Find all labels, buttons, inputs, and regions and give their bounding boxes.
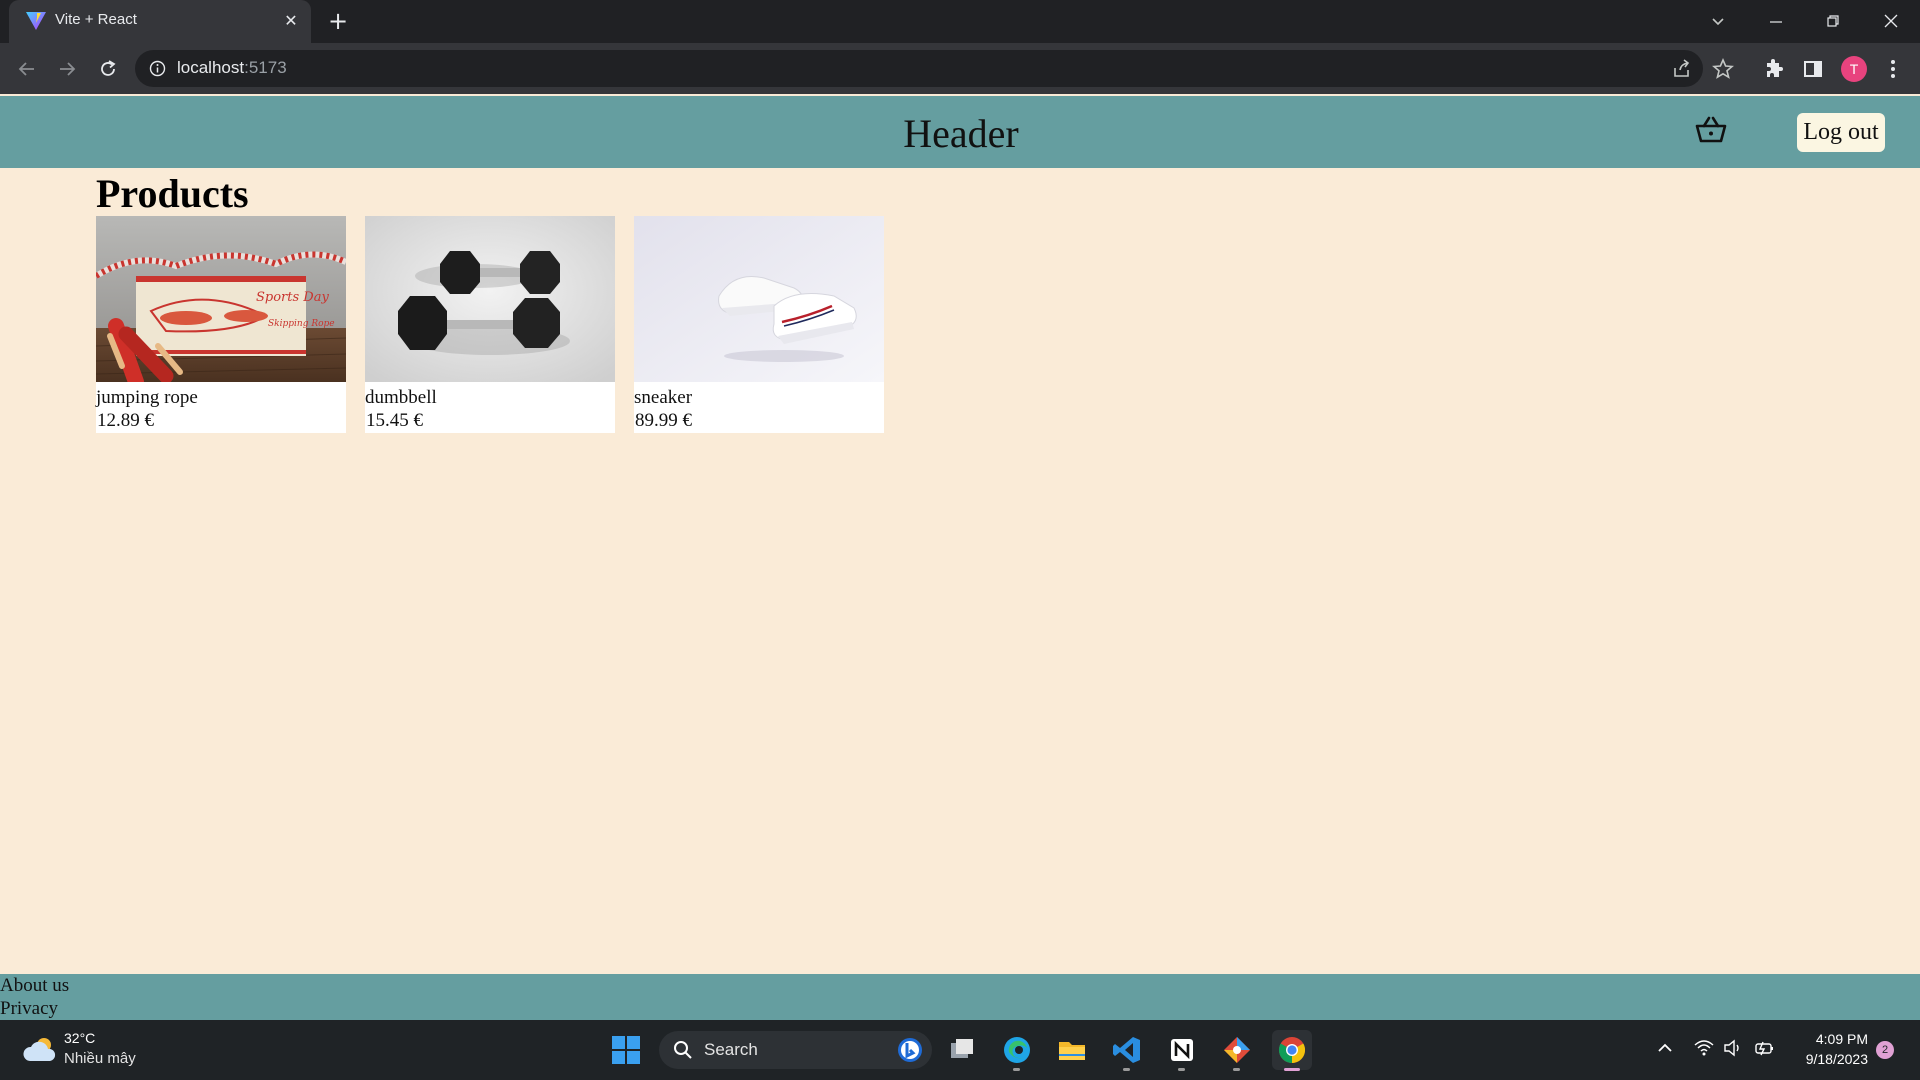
- product-card-jumping-rope[interactable]: Sports Day Skipping Rope jumping rope 12…: [96, 216, 346, 433]
- running-indicator: [1233, 1068, 1240, 1071]
- browser-toolbar: localhost:5173 T: [0, 43, 1920, 94]
- url-text: localhost:5173: [177, 58, 287, 78]
- app-header: Header Log out: [0, 96, 1920, 168]
- browser-titlebar: Vite + React ✕ +: [0, 0, 1920, 43]
- tab-title: Vite + React: [55, 11, 137, 28]
- svg-text:Sports Day: Sports Day: [256, 290, 329, 305]
- clock-date[interactable]: 9/18/2023: [1790, 1051, 1868, 1067]
- side-panel-icon[interactable]: [1801, 57, 1825, 81]
- tab-close-icon[interactable]: ✕: [279, 9, 303, 33]
- product-card-dumbbell[interactable]: dumbbell 15.45 €: [365, 216, 615, 433]
- site-info-icon[interactable]: [149, 60, 166, 77]
- reload-icon[interactable]: [93, 54, 123, 84]
- jumping-rope-image[interactable]: Sports Day Skipping Rope: [96, 216, 346, 382]
- vscode-icon: [1113, 1037, 1140, 1063]
- weather-description[interactable]: Nhiều mây: [64, 1050, 136, 1067]
- minimize-icon[interactable]: [1758, 5, 1794, 37]
- restore-icon[interactable]: [1815, 5, 1851, 37]
- chrome-icon: [1278, 1037, 1306, 1064]
- footer-link-privacy[interactable]: Privacy: [0, 998, 58, 1020]
- url-host: localhost: [177, 58, 245, 77]
- basket-icon[interactable]: [1694, 114, 1728, 146]
- product-name: dumbbell: [365, 387, 437, 408]
- running-indicator: [1013, 1068, 1020, 1071]
- edge-icon: [1004, 1037, 1030, 1063]
- taskbar-file-explorer[interactable]: [1052, 1030, 1092, 1070]
- taskbar-notion[interactable]: [1162, 1030, 1202, 1071]
- back-icon[interactable]: [12, 54, 42, 84]
- page-title: Products: [96, 171, 249, 216]
- clock-time[interactable]: 4:09 PM: [1796, 1031, 1868, 1047]
- bookmark-star-icon[interactable]: [1711, 57, 1735, 81]
- svg-text:Skipping Rope: Skipping Rope: [268, 319, 335, 329]
- taskbar-chrome[interactable]: [1272, 1030, 1312, 1071]
- header-title: Header: [903, 111, 1019, 156]
- running-indicator: [1123, 1068, 1130, 1071]
- browser-menu-icon[interactable]: [1881, 55, 1905, 83]
- search-icon: [674, 1041, 692, 1059]
- url-port: :5173: [244, 58, 287, 77]
- product-price: 15.45 €: [366, 410, 423, 431]
- taskbar-vscode[interactable]: [1107, 1030, 1147, 1071]
- tab-search-icon[interactable]: [1700, 5, 1736, 37]
- sneaker-image[interactable]: [634, 216, 884, 382]
- active-indicator: [1284, 1068, 1300, 1071]
- footer-link-about-us[interactable]: About us: [0, 975, 69, 997]
- notification-badge[interactable]: 2: [1876, 1041, 1894, 1059]
- address-bar[interactable]: localhost:5173: [135, 50, 1703, 87]
- start-button[interactable]: [606, 1030, 646, 1070]
- app-footer: About us Privacy: [0, 974, 1920, 1020]
- product-card-sneaker[interactable]: sneaker 89.99 €: [634, 216, 884, 433]
- weather-temperature[interactable]: 32°C: [64, 1030, 95, 1046]
- forward-icon[interactable]: [52, 54, 82, 84]
- new-tab-icon[interactable]: +: [324, 7, 352, 35]
- volume-icon[interactable]: [1723, 1039, 1743, 1057]
- chevron-up-icon[interactable]: [1656, 1039, 1674, 1057]
- notion-icon: [1171, 1039, 1193, 1061]
- close-window-icon[interactable]: [1873, 5, 1909, 37]
- product-price: 12.89 €: [97, 410, 154, 431]
- vite-logo-icon: [26, 12, 46, 30]
- taskbar-task-view[interactable]: [942, 1030, 982, 1070]
- dumbbell-image[interactable]: [365, 216, 615, 382]
- folder-icon: [1059, 1042, 1085, 1060]
- extensions-icon[interactable]: [1761, 57, 1785, 81]
- taskbar-search[interactable]: Search: [659, 1031, 932, 1069]
- git-client-icon: [1224, 1037, 1250, 1063]
- product-price: 89.99 €: [635, 410, 692, 431]
- bing-icon[interactable]: [897, 1037, 923, 1063]
- product-name: jumping rope: [96, 387, 198, 408]
- logout-button[interactable]: Log out: [1797, 113, 1885, 152]
- running-indicator: [1178, 1068, 1185, 1071]
- windows-logo-icon: [612, 1036, 640, 1064]
- share-icon[interactable]: [1671, 58, 1693, 80]
- browser-tab[interactable]: Vite + React ✕: [9, 0, 311, 43]
- task-view-icon: [951, 1039, 973, 1058]
- profile-avatar[interactable]: T: [1841, 56, 1867, 82]
- battery-charging-icon[interactable]: [1753, 1039, 1775, 1057]
- product-name: sneaker: [634, 387, 693, 408]
- wifi-icon[interactable]: [1694, 1039, 1714, 1057]
- taskbar-edge[interactable]: [997, 1030, 1037, 1071]
- taskbar-git-app[interactable]: [1217, 1030, 1257, 1071]
- windows-taskbar: 32°C Nhiều mây Search 4:09 PM 9/18/2023 …: [0, 1020, 1920, 1080]
- partly-cloudy-icon[interactable]: [22, 1035, 58, 1063]
- search-placeholder: Search: [704, 1040, 758, 1059]
